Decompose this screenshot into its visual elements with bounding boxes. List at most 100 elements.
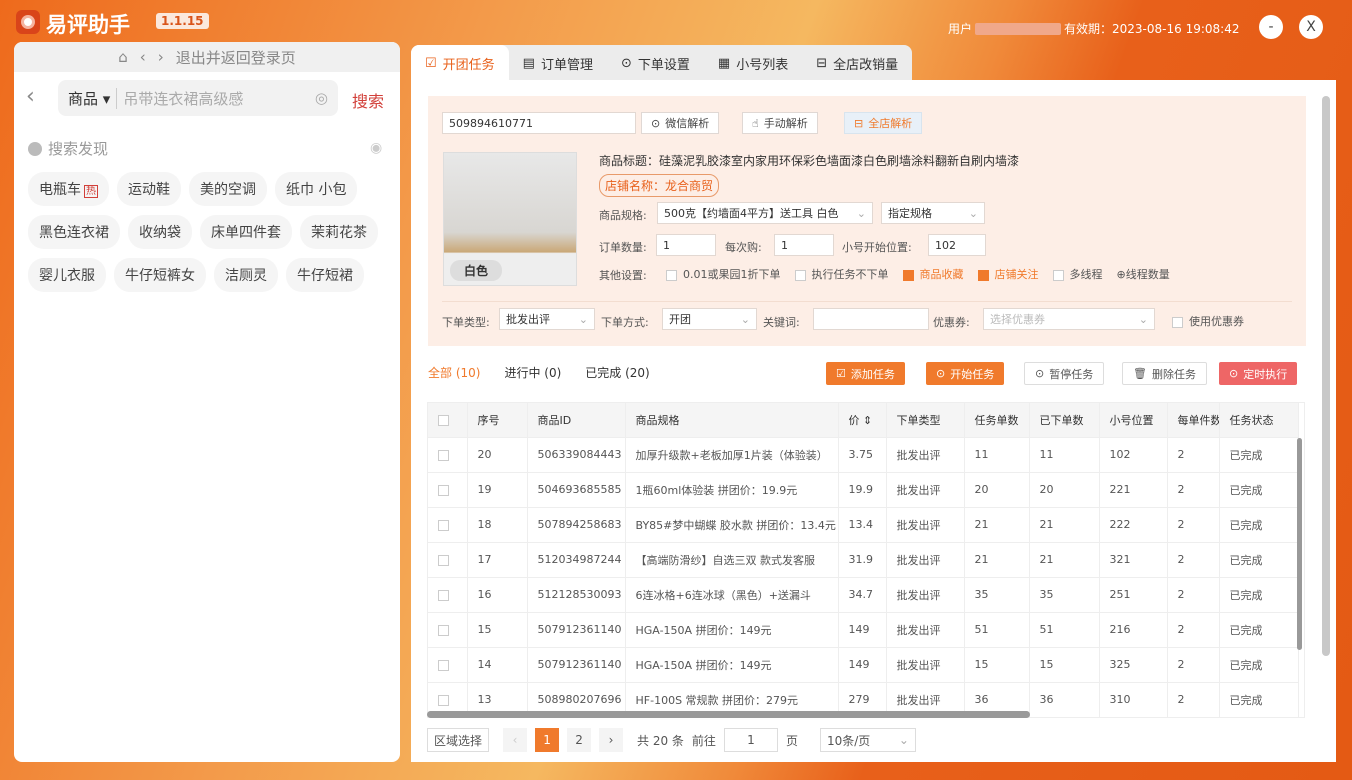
row-checkbox[interactable] — [438, 484, 449, 496]
search-category-select[interactable]: 商品 ▾ — [68, 87, 118, 109]
filter-tab[interactable]: 全部 (10) — [428, 364, 480, 381]
option-checkbox[interactable]: 多线程 — [1052, 266, 1103, 282]
page-2-button[interactable]: 2 — [567, 728, 592, 752]
row-checkbox[interactable] — [438, 449, 449, 461]
checkbox[interactable] — [794, 269, 806, 281]
option-checkbox[interactable]: 商品收藏 — [902, 266, 964, 282]
spec-mode-select[interactable]: 指定规格 — [881, 202, 985, 224]
column-header[interactable]: 小号位置 — [1099, 403, 1168, 437]
table-row[interactable]: 18 507894258683 BY85#梦中蝴蝶 胶水款 拼团价：13.4元 13.… — [428, 506, 1299, 542]
checkbox[interactable] — [1172, 316, 1183, 328]
order-mode-select[interactable]: 开团 — [662, 308, 757, 330]
option-checkbox[interactable]: 店铺关注 — [977, 266, 1039, 282]
prev-page-button[interactable]: ‹ — [503, 728, 528, 752]
suggestion-chip[interactable]: 婴儿衣服 — [28, 258, 106, 292]
table-row[interactable]: 16 512128530093 6连冰格+6连冰球（黑色）+送漏斗 34.7 批发出评 3… — [428, 576, 1299, 612]
pause-task-button[interactable]: ⊙ 暂停任务 — [1024, 362, 1105, 385]
suggestion-chip[interactable]: 电瓶车热 — [28, 172, 109, 206]
column-header[interactable]: 下单类型 — [886, 403, 965, 437]
store-parse-button[interactable]: ⊟ 全店解析 — [844, 112, 923, 134]
qty-input[interactable]: 1 — [656, 234, 716, 256]
tab-3[interactable]: ▦ 小号列表 — [704, 45, 802, 81]
coupon-select[interactable]: 选择优惠券 — [983, 308, 1155, 330]
table-row[interactable]: 15 507912361140 HGA-150A 拼团价：149元 149 批发出评 51… — [428, 611, 1299, 647]
manual-parse-button[interactable]: ☝ 手动解析 — [742, 112, 818, 134]
table-vertical-scrollbar[interactable] — [1297, 438, 1302, 650]
checkbox[interactable] — [977, 269, 989, 281]
suggestion-chip[interactable]: 牛仔短裙 — [286, 258, 364, 292]
tab-0[interactable]: ☑ 开团任务 — [411, 45, 509, 81]
eye-icon[interactable]: ◉ — [370, 140, 382, 156]
column-header[interactable]: 任务状态 — [1219, 403, 1299, 437]
spec-select[interactable]: 500克【约墙面4平方】送工具 白色 — [657, 202, 873, 224]
column-header[interactable]: 已下单数 — [1029, 403, 1100, 437]
wechat-parse-button[interactable]: ⊙ 微信解析 — [641, 112, 720, 134]
start-position-input[interactable]: 102 — [928, 234, 986, 256]
keyword-input[interactable] — [813, 308, 929, 330]
select-all-checkbox[interactable] — [438, 414, 449, 426]
order-type-select[interactable]: 批发出评 — [499, 308, 595, 330]
row-checkbox[interactable] — [438, 519, 449, 531]
column-header[interactable]: 序号 — [467, 403, 528, 437]
add-task-button[interactable]: ☑ 添加任务 — [826, 362, 905, 385]
page-1-button[interactable]: 1 — [535, 728, 560, 752]
search-input[interactable]: 商品 ▾ 吊带连衣裙高级感 ◎ — [58, 80, 338, 116]
row-checkbox[interactable] — [438, 589, 449, 601]
suggestion-chip[interactable]: 洁厕灵 — [214, 258, 278, 292]
suggestion-chip[interactable]: 牛仔短裤女 — [114, 258, 206, 292]
suggestion-chip[interactable]: 运动鞋 — [117, 172, 181, 206]
forward-icon[interactable]: › — [158, 48, 164, 66]
main-scrollbar[interactable] — [1322, 96, 1330, 656]
table-row[interactable]: 14 507912361140 HGA-150A 拼团价：149元 149 批发出评 15… — [428, 646, 1299, 682]
row-checkbox[interactable] — [438, 554, 449, 566]
camera-icon[interactable]: ◎ — [315, 89, 328, 107]
table-row[interactable]: 17 512034987244 【高端防滑纱】自选三双 款式发客服 31.9 批发出评 2… — [428, 541, 1299, 577]
tab-4[interactable]: ⊟ 全店改销量 — [802, 45, 912, 81]
row-checkbox[interactable] — [438, 659, 449, 671]
per-input[interactable]: 1 — [774, 234, 834, 256]
suggestion-chip[interactable]: 收纳袋 — [128, 215, 192, 249]
page-size-select[interactable]: 10条/页 ⌄ — [819, 728, 916, 752]
column-header[interactable]: 价 ⇕ — [838, 403, 887, 437]
delete-task-button[interactable]: 🗑 删除任务 — [1122, 362, 1207, 385]
table-row[interactable]: 20 506339084443 加厚升级款+老板加厚1片装（体验装） 3.75 批发出评… — [428, 436, 1299, 472]
column-header[interactable]: 任务单数 — [964, 403, 1030, 437]
search-placeholder[interactable]: 吊带连衣裙高级感 — [123, 88, 315, 109]
start-task-button[interactable]: ⊙ 开始任务 — [926, 362, 1005, 385]
row-checkbox[interactable] — [438, 624, 449, 636]
region-select-button[interactable]: 区域选择 — [427, 728, 490, 752]
column-header[interactable]: 商品ID — [527, 403, 626, 437]
product-id-input[interactable]: 509894610771 — [442, 112, 636, 134]
goto-page-input[interactable]: 1 — [723, 728, 778, 752]
table-row[interactable]: 19 504693685585 1瓶60ml体验装 拼团价：19.9元 19.9 批发出… — [428, 471, 1299, 507]
checkbox[interactable] — [666, 269, 677, 281]
back-icon[interactable]: ‹ — [140, 48, 146, 66]
table-horizontal-scrollbar[interactable] — [427, 711, 1030, 718]
column-header[interactable]: 商品规格 — [625, 403, 839, 437]
column-header[interactable]: 每单件数 — [1167, 403, 1220, 437]
tab-2[interactable]: ⊙ 下单设置 — [607, 45, 704, 81]
sort-icon[interactable]: ⇕ — [860, 414, 872, 427]
suggestion-chip[interactable]: 黑色连衣裙 — [28, 215, 120, 249]
checkbox[interactable] — [1052, 269, 1064, 281]
option-checkbox[interactable]: 执行任务不下单 — [794, 266, 889, 282]
search-button[interactable]: 搜索 — [352, 88, 384, 112]
filter-tab[interactable]: 进行中 (0) — [504, 364, 561, 381]
chevron-left-icon[interactable]: ‹ — [26, 84, 35, 109]
logout-link[interactable]: 退出并返回登录页 — [176, 47, 296, 68]
minimize-button[interactable]: - — [1259, 15, 1283, 39]
use-coupon-checkbox[interactable]: 使用优惠券 — [1172, 313, 1244, 329]
next-page-button[interactable]: › — [599, 728, 624, 752]
suggestion-chip[interactable]: 茉莉花茶 — [300, 215, 378, 249]
row-checkbox[interactable] — [438, 694, 449, 706]
filter-tab[interactable]: 已完成 (20) — [585, 364, 649, 381]
close-button[interactable]: X — [1299, 15, 1323, 39]
suggestion-chip[interactable]: 纸巾 小包 — [275, 172, 358, 206]
checkbox[interactable] — [902, 269, 914, 281]
suggestion-chip[interactable]: 美的空调 — [189, 172, 267, 206]
schedule-button[interactable]: ⊙ 定时执行 — [1219, 362, 1298, 385]
option-checkbox[interactable]: 0.01或果园1折下单 — [666, 266, 781, 282]
tab-1[interactable]: ▤ 订单管理 — [509, 45, 607, 81]
home-icon[interactable]: ⌂ — [118, 48, 128, 66]
suggestion-chip[interactable]: 床单四件套 — [200, 215, 292, 249]
